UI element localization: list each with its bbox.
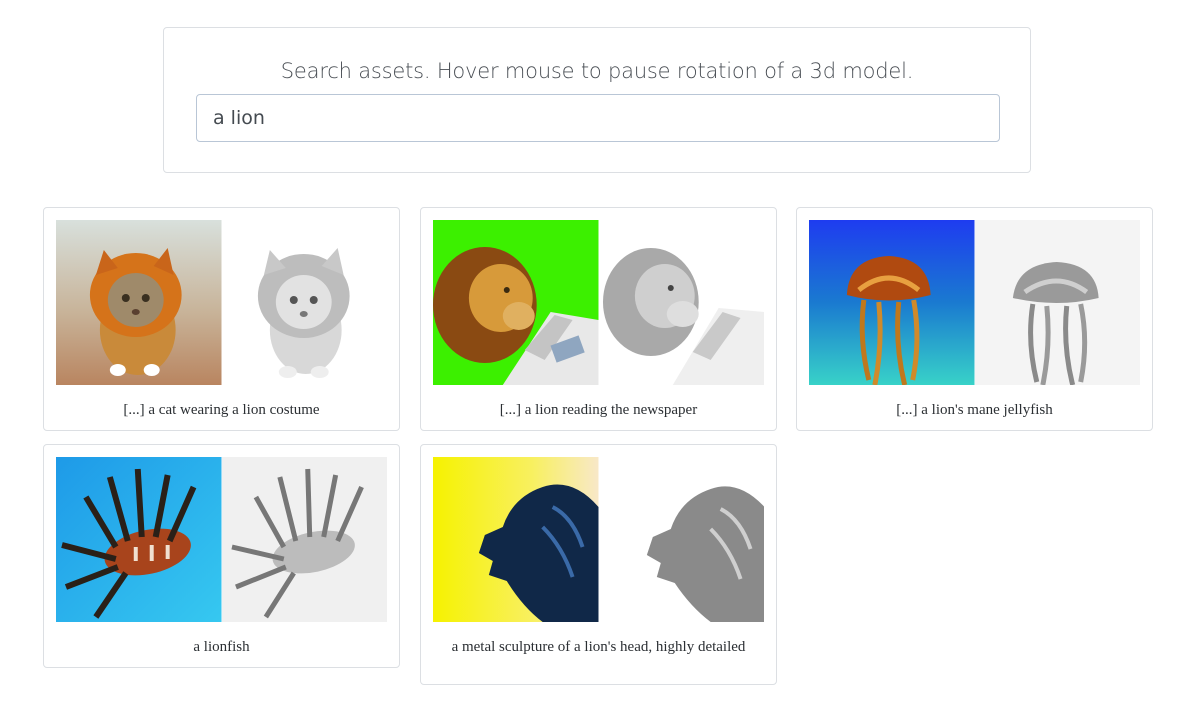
search-panel: Search assets. Hover mouse to pause rota…	[163, 27, 1031, 173]
result-caption: [...] a lion reading the newspaper	[499, 402, 698, 418]
grayscale-render-thumbnail	[221, 220, 387, 385]
result-card-lion-newspaper[interactable]: [...] a lion reading the newspaper	[420, 207, 777, 431]
result-card-lion-sculpture[interactable]: a metal sculpture of a lion's head, high…	[420, 444, 777, 685]
result-images	[809, 220, 1140, 385]
result-card-cat-lion-costume[interactable]: [...] a cat wearing a lion costume	[43, 207, 400, 431]
result-images	[433, 220, 764, 385]
result-caption: a lionfish	[193, 639, 250, 655]
search-title: Search assets. Hover mouse to pause rota…	[280, 59, 914, 83]
result-images	[433, 457, 764, 622]
color-render-thumbnail	[433, 220, 599, 385]
color-render-thumbnail	[433, 457, 599, 622]
result-caption: [...] a cat wearing a lion costume	[123, 402, 320, 418]
color-render-thumbnail	[56, 457, 222, 622]
color-render-thumbnail	[809, 220, 975, 385]
result-images	[56, 457, 387, 622]
color-render-thumbnail	[56, 220, 222, 385]
grayscale-render-thumbnail	[974, 220, 1140, 385]
result-card-lionfish[interactable]: a lionfish	[43, 444, 400, 668]
result-card-jellyfish[interactable]: [...] a lion's mane jellyfish	[796, 207, 1153, 431]
result-caption: a metal sculpture of a lion's head, high…	[451, 639, 746, 655]
grayscale-render-thumbnail	[598, 457, 764, 622]
result-images	[56, 220, 387, 385]
search-input[interactable]	[196, 94, 1000, 142]
result-caption: [...] a lion's mane jellyfish	[896, 402, 1053, 418]
grayscale-render-thumbnail	[598, 220, 764, 385]
grayscale-render-thumbnail	[221, 457, 387, 622]
